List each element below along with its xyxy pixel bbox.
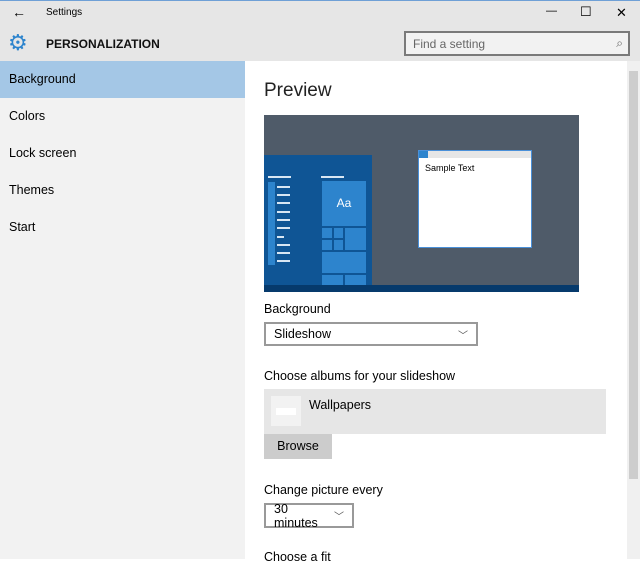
desktop-preview: Aa Sample Text <box>264 115 579 292</box>
albums-label: Choose albums for your slideshow <box>264 369 455 383</box>
sidebar-item-background[interactable]: Background <box>0 61 245 98</box>
gear-icon: ⚙ <box>8 30 28 56</box>
search-placeholder: Find a setting <box>413 37 485 51</box>
album-item[interactable]: Wallpapers <box>264 389 606 434</box>
change-picture-label: Change picture every <box>264 483 383 497</box>
sidebar-item-lock-screen[interactable]: Lock screen <box>0 135 245 172</box>
change-picture-value: 30 minutes <box>274 502 334 530</box>
page-title: PERSONALIZATION <box>46 37 160 51</box>
search-icon[interactable]: ⌕ <box>616 36 623 51</box>
fit-label: Choose a fit <box>264 550 331 564</box>
back-arrow-icon[interactable]: ← <box>12 4 26 20</box>
sidebar-item-colors[interactable]: Colors <box>0 98 245 135</box>
scrollbar-thumb[interactable] <box>629 71 638 479</box>
sample-text: Sample Text <box>425 163 474 173</box>
background-dropdown[interactable]: Slideshow ﹀ <box>264 322 478 346</box>
title-bar: ← Settings — ☐ ✕ <box>0 0 640 26</box>
window-preview: Sample Text <box>418 150 532 248</box>
scrollbar[interactable] <box>627 61 640 559</box>
background-value: Slideshow <box>274 327 331 341</box>
change-picture-dropdown[interactable]: 30 minutes﹀ <box>264 503 354 528</box>
maximize-button[interactable]: ☐ <box>580 4 592 20</box>
preview-tile: Aa <box>321 180 367 227</box>
chevron-down-icon: ﹀ <box>458 327 468 342</box>
header: ⚙ PERSONALIZATION Find a setting ⌕ <box>0 26 640 61</box>
close-button[interactable]: ✕ <box>616 5 627 21</box>
start-menu-preview: Aa <box>264 155 372 285</box>
search-input[interactable]: Find a setting ⌕ <box>404 31 630 56</box>
minimize-button[interactable]: — <box>546 5 557 17</box>
chevron-down-icon: ﹀ <box>334 508 344 523</box>
album-thumbnail <box>271 396 301 426</box>
main-content: Preview Aa Sample Text Background Slides… <box>245 61 627 559</box>
sidebar-item-start[interactable]: Start <box>0 209 245 246</box>
browse-button[interactable]: Browse <box>264 434 332 459</box>
preview-heading: Preview <box>264 80 332 102</box>
background-label: Background <box>264 302 331 316</box>
sidebar-item-themes[interactable]: Themes <box>0 172 245 209</box>
sidebar: Background Colors Lock screen Themes Sta… <box>0 61 245 559</box>
taskbar-preview <box>264 285 579 292</box>
album-name: Wallpapers <box>309 398 371 412</box>
window-title: Settings <box>46 7 82 18</box>
